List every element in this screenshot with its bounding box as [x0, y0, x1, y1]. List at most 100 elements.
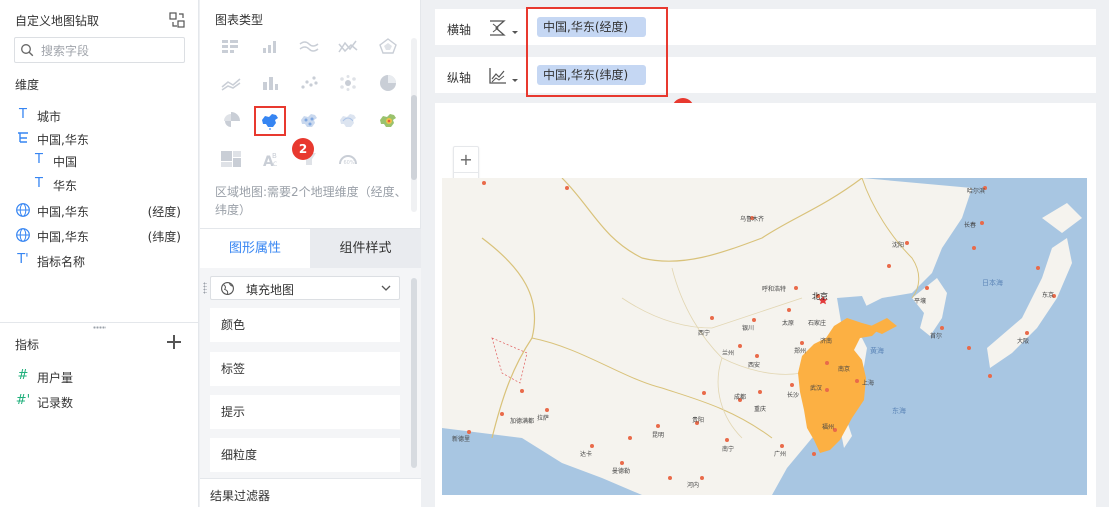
dimension-field-city[interactable]: T 城市 [0, 104, 199, 126]
search-box[interactable] [14, 37, 185, 63]
tab-component-style[interactable]: 组件样式 [310, 229, 421, 269]
chart-config-panel: 图表类型 A B C 60% 区域地图:需要2个地理维度（经度、纬度） 图形属性… [200, 0, 421, 507]
map-city-label: 南宁 [722, 446, 735, 453]
map-city-label: 昆明 [652, 432, 665, 439]
property-granularity[interactable]: 细粒度 [210, 438, 400, 472]
heat-map-chart-icon[interactable] [375, 108, 401, 134]
map-city-label: 济南 [820, 338, 833, 345]
search-icon [21, 44, 34, 57]
area-chart-icon[interactable] [335, 33, 361, 59]
dimension-field-china[interactable]: T 中国 [0, 149, 199, 171]
number-field-icon: # [17, 368, 29, 383]
chart-type-heading: 图表类型 [215, 13, 264, 27]
chart-types-scroll-thumb[interactable] [411, 95, 417, 180]
field-label: 中国,华东 [37, 205, 89, 219]
map-city-label: 新德里 [452, 436, 471, 443]
map-city-label: 乌鲁木齐 [740, 216, 765, 223]
y-axis-label: 纵轴 [447, 71, 472, 85]
property-tooltip[interactable]: 提示 [210, 395, 400, 429]
measure-field-records[interactable]: #' 记录数 [0, 390, 199, 412]
field-suffix: (经度) [147, 205, 181, 219]
treemap-chart-icon[interactable] [218, 146, 244, 172]
chart-type-description: 区域地图:需要2个地理维度（经度、纬度） [215, 185, 407, 217]
map-city-label: 长春 [964, 222, 977, 229]
scatter-chart-icon[interactable] [296, 70, 322, 96]
map-city-label: 兰州 [722, 350, 735, 357]
add-measure-button[interactable] [167, 335, 181, 349]
map-city-label: 河内 [687, 482, 700, 489]
bay-of-bengal [442, 428, 642, 495]
area-line-chart-icon[interactable] [218, 70, 244, 96]
panel-splitter[interactable] [0, 322, 199, 329]
border-line [531, 337, 773, 439]
property-label[interactable]: 标签 [210, 352, 400, 386]
property-color[interactable]: 颜色 [210, 308, 400, 342]
bubble-chart-icon[interactable] [335, 70, 361, 96]
dimension-field-east-china[interactable]: T 华东 [0, 173, 199, 195]
map-city-label: 成都 [734, 394, 747, 401]
dimensions-heading: 维度 [15, 78, 40, 92]
measure-field-users[interactable]: # 用户量 [0, 365, 199, 387]
gauge-chart-icon[interactable]: 60% [335, 146, 361, 172]
field-label: 中国,华东 [37, 133, 89, 147]
map-city-label: 首尔 [930, 333, 943, 340]
stacked-bar-chart-icon[interactable] [257, 70, 283, 96]
property-scrollbar[interactable] [411, 278, 417, 468]
dimension-field-hierarchy[interactable]: 中国,华东 [0, 127, 199, 149]
hierarchy-icon [18, 132, 28, 143]
map-city-label: 大阪 [1017, 338, 1030, 345]
line-chart-icon[interactable] [296, 33, 322, 59]
x-axis-sort-icon[interactable] [487, 18, 521, 38]
region-map[interactable]: 北京 乌鲁木齐 哈尔滨 长春 沈阳 呼和浩特 太原 石家庄 济南 西宁 兰州 银… [442, 178, 1087, 495]
field-label: 城市 [37, 110, 62, 124]
border-line [481, 237, 536, 439]
svg-text:B: B [272, 152, 277, 160]
x-axis-label: 横轴 [447, 23, 472, 37]
map-city-label: 贵阳 [692, 417, 705, 424]
radar-chart-icon[interactable] [375, 33, 401, 59]
map-type-label: 填充地图 [246, 283, 295, 297]
map-svg [442, 178, 1087, 495]
map-city-label: 武汉 [810, 385, 823, 392]
province-line [621, 297, 803, 329]
switch-dataset-icon[interactable] [169, 12, 185, 28]
rose-chart-icon[interactable] [218, 108, 244, 134]
column-chart-icon[interactable] [257, 33, 283, 59]
sea-label: 黄海 [870, 347, 884, 355]
tab-graph-properties[interactable]: 图形属性 [200, 229, 310, 269]
result-filter-label: 结果过滤器 [210, 489, 271, 503]
map-type-select[interactable]: 填充地图 [210, 276, 400, 300]
property-body: 填充地图 颜色 标签 提示 细粒度 [200, 268, 421, 478]
zoom-in-button[interactable]: + [454, 147, 478, 173]
text-field-icon: T [35, 152, 43, 167]
region-map-chart-icon[interactable] [254, 106, 286, 136]
number-field-icon: #' [15, 393, 31, 408]
word-cloud-chart-icon[interactable]: ABC [257, 146, 283, 172]
dimension-field-metric-name[interactable]: T' 指标名称 [0, 249, 199, 271]
panel-header: 自定义地图钻取 [15, 12, 187, 28]
y-axis-sort-icon[interactable] [487, 66, 521, 86]
flow-map-chart-icon[interactable] [335, 108, 361, 134]
sea-label: 日本海 [982, 279, 1003, 287]
chart-canvas: + − [435, 103, 1096, 507]
dimension-field-latitude[interactable]: 中国,华东 (纬度) [0, 224, 199, 246]
globe-icon [16, 228, 30, 242]
point-map-chart-icon[interactable] [296, 108, 322, 134]
map-city-label: 郑州 [794, 348, 807, 355]
map-city-label: 银川 [742, 325, 755, 332]
globe-icon [16, 203, 30, 217]
map-city-label: 长沙 [787, 392, 800, 399]
result-filter[interactable]: 结果过滤器 [200, 478, 421, 507]
callout-highlight-box [526, 7, 668, 97]
table-chart-icon[interactable] [218, 33, 244, 59]
map-city-label: 哈尔滨 [967, 188, 986, 195]
dimension-field-longitude[interactable]: 中国,华东 (经度) [0, 199, 199, 221]
field-label: 中国,华东 [37, 230, 89, 244]
map-city-label: 平壤 [914, 298, 927, 305]
text-field-icon: T' [17, 252, 29, 267]
drag-grip-icon[interactable] [93, 326, 106, 329]
search-input[interactable] [41, 42, 181, 59]
field-label: 华东 [53, 179, 78, 193]
drag-handle-icon[interactable] [203, 282, 207, 294]
pie-chart-icon[interactable] [375, 70, 401, 96]
